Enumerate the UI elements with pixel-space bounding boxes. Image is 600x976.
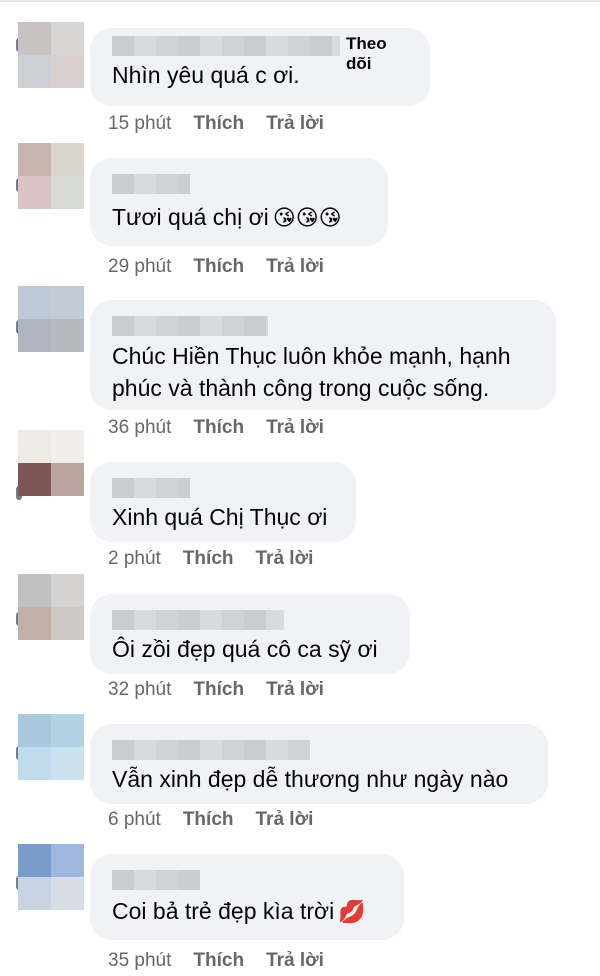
like-button[interactable]: Thích xyxy=(183,809,234,830)
comment-bubble: Chúc Hiền Thục luôn khỏe mạnh, hạnh phúc… xyxy=(90,300,556,410)
comment-meta: 32 phút Thích Trả lời xyxy=(108,679,324,701)
follow-link[interactable]: Theo dõi xyxy=(346,34,408,74)
reply-button[interactable]: Trả lời xyxy=(266,417,324,438)
reply-button[interactable]: Trả lời xyxy=(266,256,324,277)
author-name-row xyxy=(112,476,334,500)
reply-button[interactable]: Trả lời xyxy=(266,679,324,700)
comment-time[interactable]: 32 phút xyxy=(108,679,171,700)
comment-bubble: Theo dõi Nhìn yêu quá c ơi. xyxy=(90,28,430,106)
avatar[interactable] xyxy=(18,714,84,780)
avatar[interactable] xyxy=(18,844,84,910)
comment-bubble: Coi bả trẻ đẹp kìa trời 💋 xyxy=(90,854,404,940)
comment-meta: 6 phút Thích Trả lời xyxy=(108,809,313,831)
comment-meta: 35 phút Thích Trả lời xyxy=(108,950,324,972)
comment-time[interactable]: 15 phút xyxy=(108,113,171,134)
reply-button[interactable]: Trả lời xyxy=(266,950,324,971)
comment-bubble: Ôi zồi đẹp quá cô ca sỹ ơi xyxy=(90,594,410,674)
comment-meta: 29 phút Thích Trả lời xyxy=(108,256,324,278)
author-name-row xyxy=(112,868,382,892)
like-button[interactable]: Thích xyxy=(193,950,244,971)
reply-button[interactable]: Trả lời xyxy=(256,548,314,569)
comment-text: Vẫn xinh đẹp dễ thương như ngày nào xyxy=(112,766,509,792)
comment-meta: 36 phút Thích Trả lời xyxy=(108,417,324,439)
comment-time[interactable]: 29 phút xyxy=(108,256,171,277)
comment-text: Coi bả trẻ đẹp kìa trời xyxy=(112,898,335,924)
kiss-mark-icon: 💋 xyxy=(338,900,366,925)
author-name-row xyxy=(112,314,534,338)
comment-text-row: Coi bả trẻ đẹp kìa trời 💋 xyxy=(112,894,382,930)
reply-button[interactable]: Trả lời xyxy=(266,113,324,134)
comment-bubble: Tươi quá chị ơi 😘😘😘 xyxy=(90,158,388,246)
author-name-row xyxy=(112,608,388,632)
author-name-blurred[interactable] xyxy=(112,610,284,630)
avatar[interactable] xyxy=(18,430,84,496)
comment-time[interactable]: 6 phút xyxy=(108,809,161,830)
top-divider xyxy=(0,0,600,2)
avatar[interactable] xyxy=(18,22,84,88)
comment-text-row: Tươi quá chị ơi 😘😘😘 xyxy=(112,200,366,236)
comment-time[interactable]: 35 phút xyxy=(108,950,171,971)
comment-text: Tươi quá chị ơi xyxy=(112,204,269,230)
like-button[interactable]: Thích xyxy=(183,548,234,569)
comment-bubble: Xinh quá Chị Thục ơi xyxy=(90,462,356,542)
comment-meta: 15 phút Thích Trả lời xyxy=(108,113,324,135)
like-button[interactable]: Thích xyxy=(193,113,244,134)
author-name-blurred[interactable] xyxy=(112,316,268,336)
like-button[interactable]: Thích xyxy=(193,679,244,700)
like-button[interactable]: Thích xyxy=(193,417,244,438)
comment-text: Xinh quá Chị Thục ơi xyxy=(112,504,328,530)
comment-time[interactable]: 36 phút xyxy=(108,417,171,438)
comment-meta: 2 phút Thích Trả lời xyxy=(108,548,313,570)
author-name-blurred[interactable] xyxy=(112,478,190,498)
author-name-blurred[interactable] xyxy=(112,740,310,760)
author-name-row: Theo dõi xyxy=(112,34,408,73)
comment-bubble: Vẫn xinh đẹp dễ thương như ngày nào xyxy=(90,724,548,804)
avatar[interactable] xyxy=(18,286,84,352)
author-name-blurred[interactable] xyxy=(112,36,340,56)
comment-time[interactable]: 2 phút xyxy=(108,548,161,569)
avatar[interactable] xyxy=(18,574,84,640)
author-name-row xyxy=(112,172,366,196)
author-name-blurred[interactable] xyxy=(112,870,200,890)
author-name-row xyxy=(112,738,526,762)
comment-text: Ôi zồi đẹp quá cô ca sỹ ơi xyxy=(112,636,378,662)
comment-text: Chúc Hiền Thục luôn khỏe mạnh, hạnh phúc… xyxy=(112,343,511,401)
kissing-face-icon: 😘😘😘 xyxy=(272,206,342,231)
like-button[interactable]: Thích xyxy=(193,256,244,277)
author-name-blurred[interactable] xyxy=(112,174,190,194)
reply-button[interactable]: Trả lời xyxy=(256,809,314,830)
avatar[interactable] xyxy=(18,143,84,209)
